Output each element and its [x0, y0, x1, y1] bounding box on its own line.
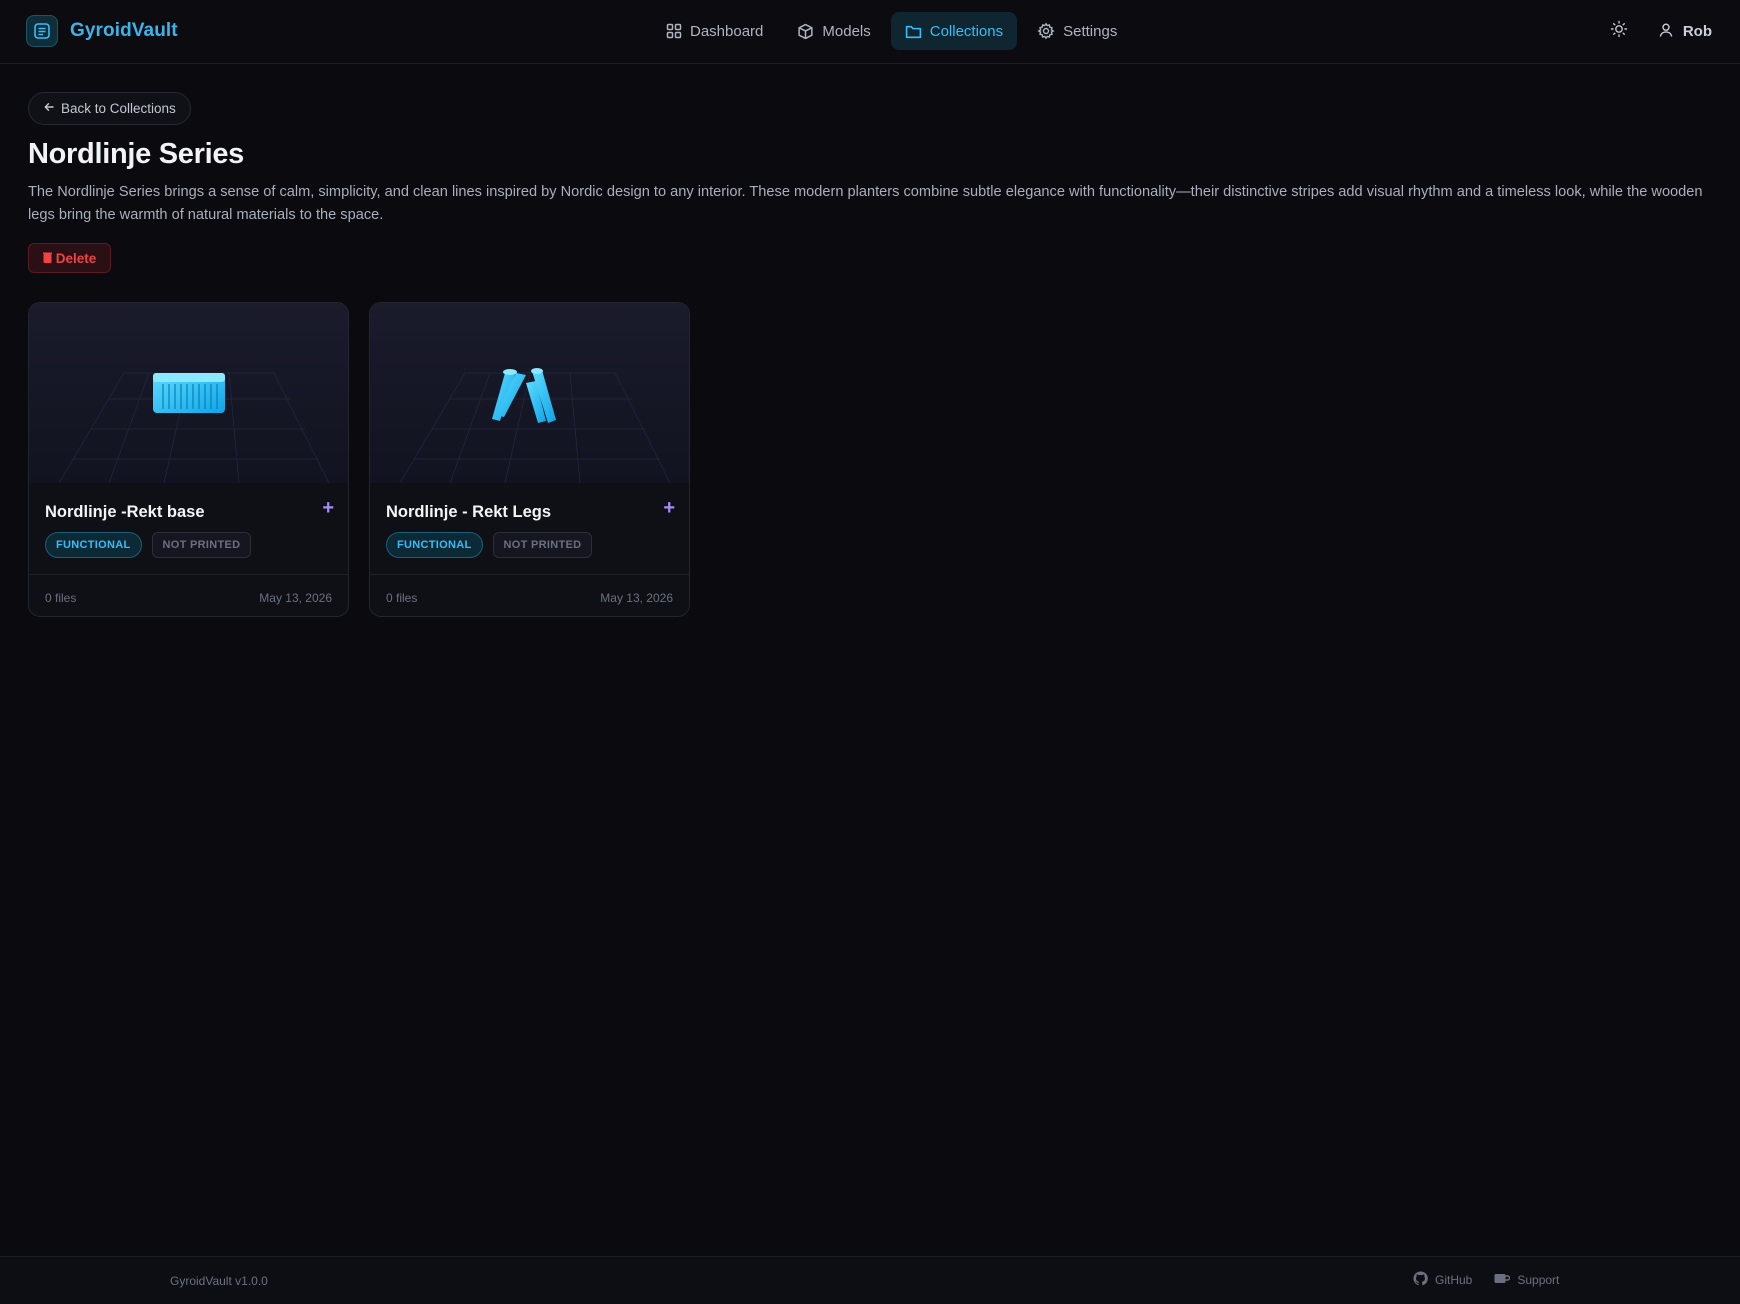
github-label: GitHub	[1435, 1273, 1473, 1287]
back-label: Back to Collections	[61, 101, 176, 116]
gear-icon	[1037, 22, 1055, 40]
add-to-collection-button[interactable]: +	[663, 498, 675, 518]
user-name: Rob	[1682, 23, 1712, 40]
user-menu[interactable]: Rob	[1658, 22, 1712, 42]
nav-models[interactable]: Models	[783, 12, 884, 50]
brand[interactable]: GyroidVault	[26, 15, 178, 47]
nav-dashboard[interactable]: Dashboard	[652, 12, 777, 50]
footer: GyroidVault v1.0.0 GitHub Support	[0, 1256, 1740, 1304]
top-navbar: GyroidVault Dashboard Models Collections…	[0, 0, 1740, 64]
support-link[interactable]: Support	[1494, 1271, 1559, 1289]
nav-collections[interactable]: Collections	[890, 12, 1018, 50]
model-title: Nordlinje -Rekt base	[45, 503, 205, 521]
github-link[interactable]: GitHub	[1413, 1271, 1472, 1289]
model-date: May 13, 2026	[600, 591, 673, 605]
nav-settings-label: Settings	[1063, 22, 1118, 40]
delete-button[interactable]: Delete	[28, 243, 111, 273]
print-status-badge: NOT PRINTED	[151, 532, 252, 558]
delete-label: Delete	[55, 250, 97, 266]
model-card[interactable]: Nordlinje -Rekt base + FUNCTIONAL NOT PR…	[28, 302, 349, 617]
page-title: Nordlinje Series	[28, 138, 244, 170]
grid-icon	[666, 23, 682, 39]
model-date: May 13, 2026	[259, 591, 332, 605]
trash-icon	[42, 251, 52, 266]
main-nav: Dashboard Models Collections Settings	[652, 12, 1131, 50]
file-count: 0 files	[45, 591, 77, 605]
cube-icon	[797, 23, 814, 40]
nav-settings[interactable]: Settings	[1023, 12, 1131, 50]
arrow-left-icon	[43, 101, 55, 116]
back-to-collections-button[interactable]: Back to Collections	[28, 92, 191, 125]
planter-base-model	[153, 373, 225, 413]
folder-icon	[905, 23, 922, 40]
github-icon	[1413, 1271, 1428, 1289]
model-tags: FUNCTIONAL NOT PRINTED	[386, 532, 593, 558]
support-label: Support	[1517, 1273, 1560, 1287]
brand-name: GyroidVault	[70, 20, 178, 41]
coffee-icon	[1494, 1272, 1511, 1288]
model-preview	[370, 303, 689, 483]
model-card[interactable]: Nordlinje - Rekt Legs + FUNCTIONAL NOT P…	[369, 302, 690, 617]
nav-models-label: Models	[822, 22, 871, 40]
user-icon	[1658, 22, 1674, 42]
collection-description: The Nordlinje Series brings a sense of c…	[28, 184, 1703, 223]
model-preview	[29, 303, 348, 483]
print-status-badge: NOT PRINTED	[492, 532, 593, 558]
add-to-collection-button[interactable]: +	[322, 498, 334, 518]
tag-badge: FUNCTIONAL	[386, 532, 483, 558]
card-divider	[29, 574, 348, 575]
nav-collections-label: Collections	[929, 22, 1004, 40]
header-actions: Rob	[1610, 20, 1712, 43]
tag-badge: FUNCTIONAL	[45, 532, 142, 558]
card-divider	[370, 574, 689, 575]
model-tags: FUNCTIONAL NOT PRINTED	[45, 532, 252, 558]
nav-dashboard-label: Dashboard	[690, 22, 764, 40]
footer-links: GitHub Support	[1413, 1271, 1559, 1289]
app-version: GyroidVault v1.0.0	[170, 1274, 268, 1288]
model-title: Nordlinje - Rekt Legs	[386, 503, 552, 521]
theme-toggle-sun-icon[interactable]	[1610, 20, 1628, 43]
file-count: 0 files	[386, 591, 418, 605]
logo-icon	[26, 15, 58, 47]
